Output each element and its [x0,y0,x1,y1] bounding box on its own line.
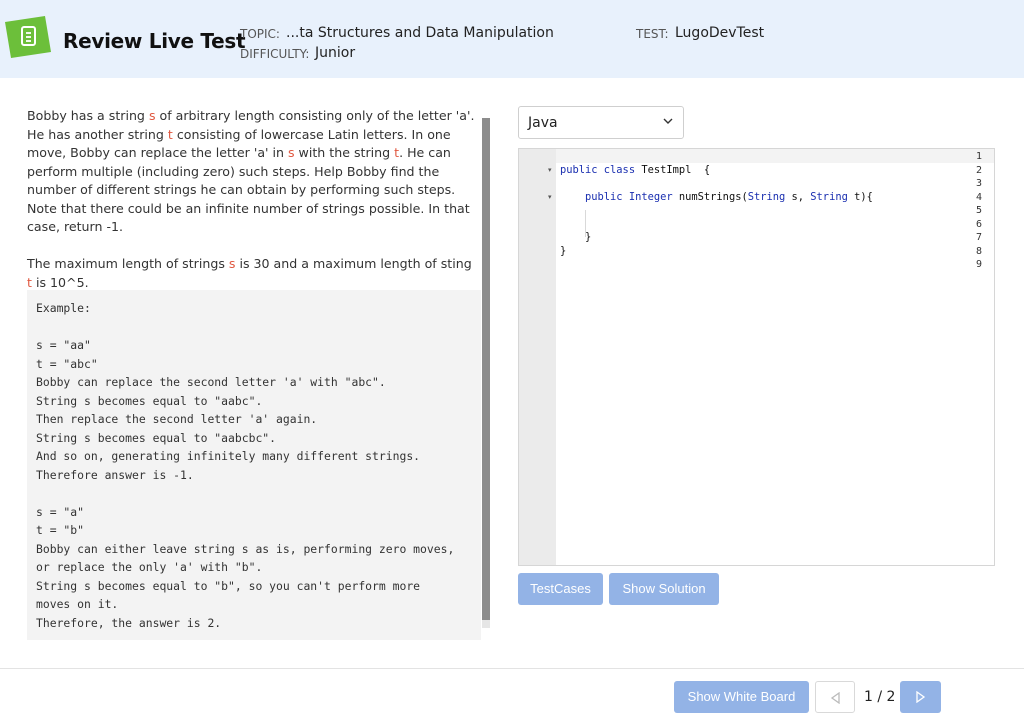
scrollbar-thumb[interactable] [482,118,490,620]
problem-statement: Bobby has a string s of arbitrary length… [27,107,477,311]
code-text: TestImpl { [635,163,711,176]
code-editor[interactable]: 1 2 ▾ 3 4 ▾ 5 6 7 8 9 public class TestI… [518,148,995,566]
line-number: 9 [975,259,982,270]
code-line-8: } [560,245,566,259]
line-number: 3 [975,178,982,189]
problem-paragraph-1: Bobby has a string s of arbitrary length… [27,107,477,237]
test-value: LugoDevTest [675,25,765,41]
code-text: } [585,231,592,243]
fold-arrow-icon[interactable]: ▾ [548,164,552,178]
language-select[interactable]: Java [518,106,684,139]
active-line-highlight [556,149,994,163]
code-keyword: String [747,190,786,203]
code-keyword: public class [560,163,636,176]
app-title: Review Live Test [63,29,246,53]
problem-text: with the string [294,145,395,160]
app-logo-icon [5,16,51,58]
difficulty-label: DIFFICULTY: [240,47,310,61]
problem-paragraph-2: The maximum length of strings s is 30 an… [27,255,477,292]
code-line-2: public class TestImpl { [560,164,710,178]
code-text: s, [785,190,811,203]
line-number: 7 [975,232,982,243]
fold-arrow-icon[interactable]: ▾ [548,191,552,205]
footer-divider [0,668,1024,669]
line-number: 1 [975,151,982,162]
code-keyword: String [810,190,848,203]
line-number: 6 [975,218,982,230]
triangle-right-icon [916,691,926,703]
line-number: 4 [975,191,982,203]
show-solution-button[interactable]: Show Solution [609,573,719,605]
code-line-7: } [560,231,591,245]
problem-text: is 10^5. [31,274,89,290]
example-block: Example: s = "aa" t = "abc" Bobby can re… [27,290,481,640]
code-keyword: Integer [628,190,673,203]
header-bar: Review Live Test TOPIC: ...ta Structures… [0,0,1024,78]
testcases-button[interactable]: TestCases [518,573,603,605]
difficulty-value: Junior [315,45,356,61]
page-indicator: 1 / 2 [864,689,896,705]
line-number: 2 [975,164,982,176]
code-line-4: public Integer numStrings(String s, Stri… [560,191,873,205]
code-text: numStrings( [672,190,748,203]
test-label: TEST: [636,27,669,41]
problem-text: The maximum length of strings [27,256,229,271]
line-number: 5 [975,205,982,216]
line-number: 8 [975,245,982,257]
topic-value: ...ta Structures and Data Manipulation [286,25,554,41]
code-text: } [560,244,567,257]
problem-scrollbar[interactable] [482,118,490,628]
editor-gutter [519,149,556,565]
code-keyword: public [585,190,623,203]
code-text: t){ [847,190,873,203]
problem-text: Bobby has a string [27,108,149,123]
previous-button[interactable] [815,681,855,713]
triangle-left-icon [830,692,840,704]
next-button[interactable] [900,681,941,713]
language-select-value: Java [528,115,558,131]
show-white-board-button[interactable]: Show White Board [674,681,809,713]
topic-label: TOPIC: [240,27,280,41]
chevron-down-icon [663,118,673,124]
problem-text: is 30 and a maximum length of sting [235,256,472,271]
